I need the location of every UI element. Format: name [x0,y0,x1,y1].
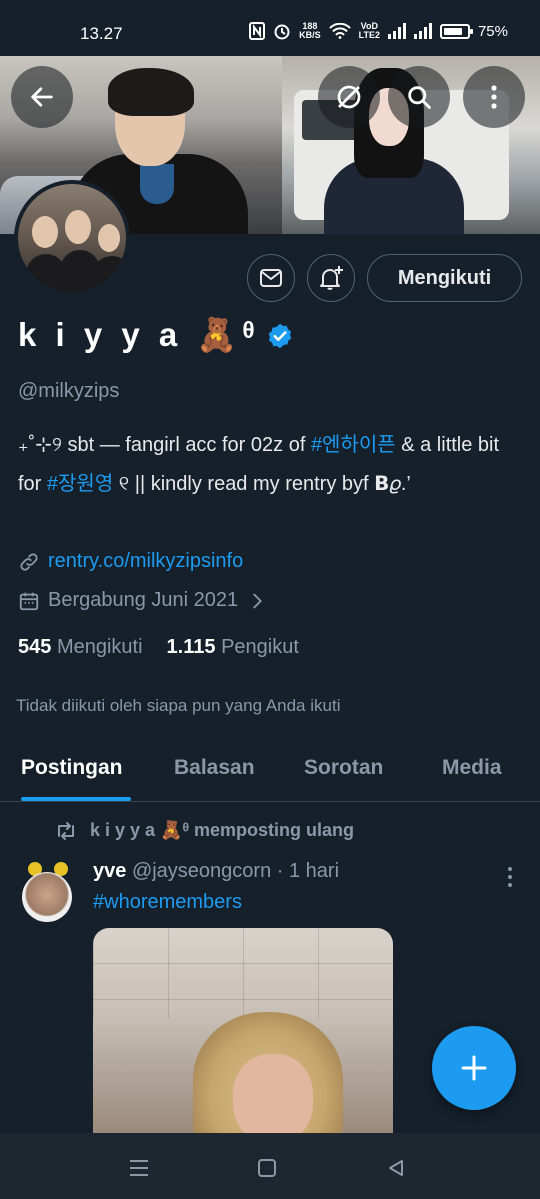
back-triangle-icon [389,1160,403,1176]
more-button[interactable] [463,66,525,128]
post-author-avatar[interactable] [20,862,74,924]
back-button[interactable] [11,66,73,128]
status-bar: 13.27 188 KB/S VoD LTE2 75% [0,0,540,56]
following-count: 545 [18,636,52,658]
tab-posts[interactable]: Postingan [21,756,123,780]
home-square-icon [258,1159,276,1177]
profile-bio: ₊˚⊹୨ sbt — fangirl acc for 02z of #엔하이픈 … [18,426,518,504]
bio-text: ₊˚⊹୨ sbt — fangirl acc for 02z of [18,434,311,456]
post-header: yve @jayseongcorn · 1 hari [93,860,339,883]
profile-handle: @milkyzips [18,380,120,402]
message-button[interactable] [247,254,295,302]
link-icon [20,552,38,571]
post-author-name[interactable]: yve [93,860,126,882]
active-tab-indicator [21,797,131,801]
alarm-icon [274,24,290,40]
chevron-right-icon [253,593,263,608]
status-icons: 188 KB/S VoD LTE2 75% [249,22,508,40]
tab-replies[interactable]: Balasan [174,756,255,780]
signal-icon [387,23,406,39]
calendar-icon [19,592,39,610]
tab-media[interactable]: Media [442,756,502,780]
tab-highlights[interactable]: Sorotan [304,756,383,780]
more-vertical-icon [508,867,512,887]
home-button[interactable] [252,1153,282,1183]
repost-icon [58,821,74,840]
volte-badge: VoD LTE2 [358,21,380,40]
joined-row[interactable]: Bergabung Juni 2021 [18,589,268,612]
recents-button[interactable] [124,1153,154,1183]
compose-button[interactable] [432,1026,516,1110]
post-time: · 1 hari [276,860,340,882]
grok-icon [337,85,361,109]
repost-indicator: k i y y a 🧸ᶿ memposting ulang [54,820,354,841]
profile-link[interactable]: rentry.co/milkyzipsinfo [48,550,243,573]
followers-label: Pengikut [221,636,299,658]
profile-avatar[interactable] [14,180,130,296]
message-icon [260,269,282,287]
network-speed: 188 KB/S [299,21,321,40]
following-label: Mengikuti [56,636,143,658]
search-button[interactable] [388,66,450,128]
bio-text: ୧ || kindly read my rentry byf 𝝗𝜚.’ [113,473,411,495]
post-author-handle[interactable]: @jayseongcorn [132,860,271,882]
following-stat[interactable]: 545 Mengikuti [18,636,143,659]
following-button[interactable]: Mengikuti [367,254,522,302]
plus-icon [461,1055,487,1081]
post-more-button[interactable] [503,866,517,888]
nfc-icon [249,22,266,40]
repost-label[interactable]: k i y y a 🧸ᶿ memposting ulang [90,820,354,841]
system-nav-bar [0,1133,540,1199]
notify-button[interactable] [307,254,355,302]
post-hashtag[interactable]: #whoremembers [93,891,242,914]
menu-icon [130,1160,148,1176]
profile-link-row: rentry.co/milkyzipsinfo [18,550,243,573]
followers-count: 1.115 [166,636,216,658]
status-time: 13.27 [80,24,123,43]
battery-icon [439,23,473,39]
notification-add-icon [320,266,343,290]
profile-tabs: Postingan Balasan Sorotan Media [0,740,540,802]
followers-stat[interactable]: 1.115 Pengikut [167,636,299,659]
follow-stats: 545 Mengikuti 1.115 Pengikut [18,636,299,659]
bio-hashtag-enhypen[interactable]: #엔하이픈 [311,434,396,456]
followed-by-note: Tidak diikuti oleh siapa pun yang Anda i… [16,696,341,715]
post-media-image[interactable] [93,928,393,1133]
verified-badge-icon [268,323,291,348]
bio-hashtag-wonyoung[interactable]: #장원영 [47,473,113,495]
more-vertical-icon [491,85,497,109]
back-nav-button[interactable] [381,1153,411,1183]
grok-button[interactable] [318,66,380,128]
display-name: k i y y a 🧸ᶿ [18,316,294,355]
signal-icon-2 [413,23,432,39]
battery-percent: 75% [477,22,508,40]
joined-date: Bergabung Juni 2021 [48,589,239,611]
wifi-icon [328,23,351,39]
display-name-text: k i y y a 🧸ᶿ [18,316,260,353]
back-arrow-icon [31,87,53,107]
search-icon [408,86,431,109]
